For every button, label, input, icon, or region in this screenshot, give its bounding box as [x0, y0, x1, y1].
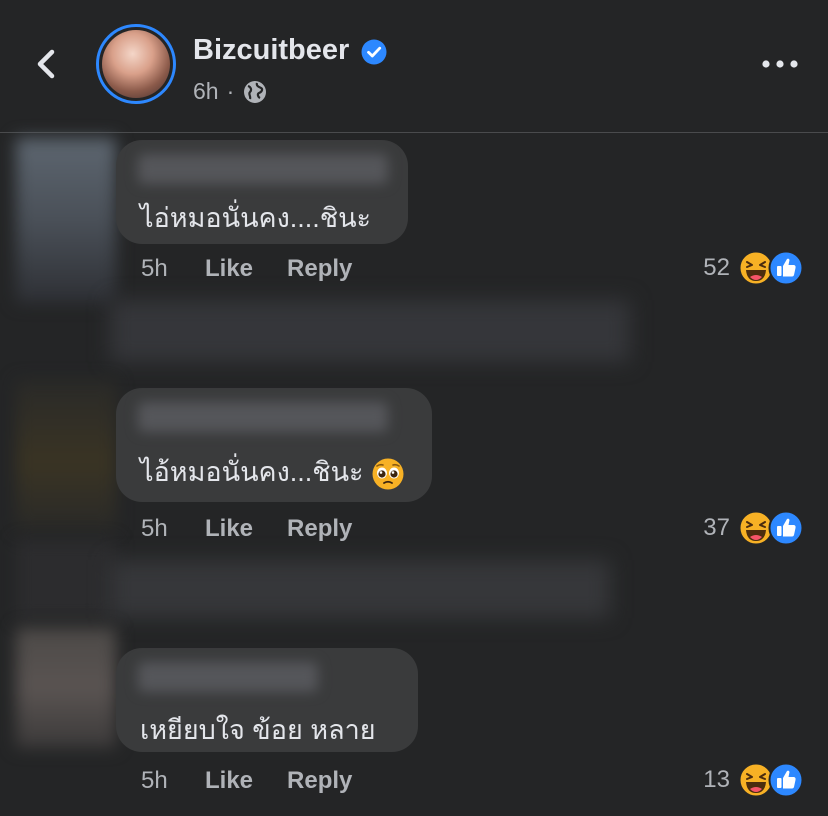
- comment-time[interactable]: 5h: [141, 255, 205, 283]
- commenter-avatar[interactable]: [16, 380, 116, 530]
- comment-text: เหยียบใจ ข้อย หลาย: [140, 715, 376, 745]
- comment-actions: 5h Like Reply: [141, 765, 386, 797]
- reaction-summary[interactable]: 13: [703, 762, 804, 798]
- comment-text: ไอ้หมอนั่นคง...ชินะ: [140, 457, 364, 487]
- reaction-summary[interactable]: 52: [703, 250, 804, 286]
- reaction-count: 52: [703, 254, 730, 281]
- post-time[interactable]: 6h: [193, 78, 219, 105]
- like-button[interactable]: Like: [205, 515, 253, 543]
- reaction-summary[interactable]: 37: [703, 510, 804, 546]
- redacted-content: [16, 540, 116, 620]
- author-name[interactable]: Bizcuitbeer: [193, 34, 349, 67]
- comment-bubble: ไอ้หมอนั่นคง...ชินะ: [116, 388, 432, 502]
- chevron-left-icon: [37, 49, 55, 79]
- comment-bubble: เหยียบใจ ข้อย หลาย: [116, 648, 418, 752]
- redacted-content: [110, 560, 610, 618]
- reply-button[interactable]: Reply: [287, 255, 352, 283]
- like-reaction-icon: [768, 250, 804, 286]
- like-button[interactable]: Like: [205, 255, 253, 283]
- commenter-name[interactable]: [138, 402, 388, 432]
- commenter-name[interactable]: [138, 662, 318, 692]
- more-horizontal-icon[interactable]: [760, 56, 800, 72]
- verified-badge-icon: [361, 39, 387, 65]
- commenter-name[interactable]: [138, 154, 388, 184]
- commenter-avatar[interactable]: [16, 628, 116, 748]
- commenter-avatar[interactable]: [16, 138, 116, 303]
- globe-icon[interactable]: [242, 79, 268, 105]
- like-reaction-icon: [768, 510, 804, 546]
- comment-time[interactable]: 5h: [141, 767, 205, 795]
- reply-button[interactable]: Reply: [287, 767, 352, 795]
- reaction-count: 37: [703, 514, 730, 541]
- avatar-image: [102, 30, 170, 98]
- back-button[interactable]: [30, 44, 66, 84]
- comment-text: ไอ่หมอนั่นคง....ชินะ: [140, 203, 372, 233]
- comment-actions: 5h Like Reply: [141, 253, 386, 285]
- comment-text-row: ไอ้หมอนั่นคง...ชินะ: [140, 450, 405, 493]
- comment-actions: 5h Like Reply: [141, 513, 386, 545]
- like-button[interactable]: Like: [205, 767, 253, 795]
- reply-button[interactable]: Reply: [287, 515, 352, 543]
- author-avatar[interactable]: [96, 24, 176, 104]
- redacted-content: [110, 300, 630, 362]
- like-reaction-icon: [768, 762, 804, 798]
- pleading-face-icon: [372, 458, 404, 490]
- reaction-count: 13: [703, 766, 730, 793]
- comment-bubble: ไอ่หมอนั่นคง....ชินะ: [116, 140, 408, 244]
- post-meta: 6h ·: [193, 78, 268, 105]
- comment-time[interactable]: 5h: [141, 515, 205, 543]
- post-header: Bizcuitbeer 6h ·: [0, 0, 828, 133]
- meta-separator: ·: [226, 78, 235, 104]
